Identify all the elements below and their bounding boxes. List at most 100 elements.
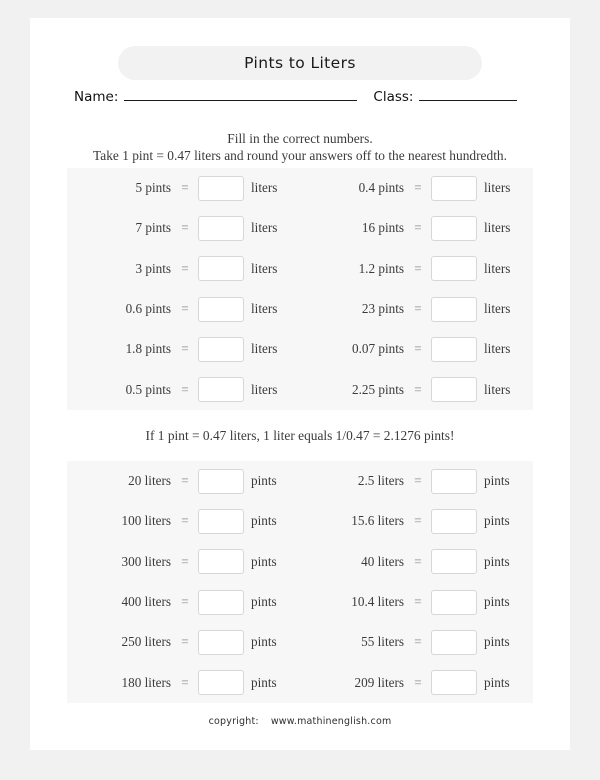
answer-input[interactable] — [198, 629, 244, 655]
problem-operand: 15.6 liters — [351, 513, 404, 529]
problem-operand: 180 liters — [121, 674, 171, 690]
answer-unit-label: liters — [484, 301, 511, 317]
equals-sign: = — [181, 594, 189, 610]
answer-input[interactable] — [198, 215, 244, 241]
equals-sign: = — [181, 220, 189, 236]
problem-grid: 20 liters = pints 2.5 liters = pints 100 liter… — [67, 461, 533, 703]
instructions: Fill in the correct numbers. Take 1 pint… — [30, 130, 570, 164]
worksheet-title-banner: Pints to Liters — [118, 46, 482, 80]
middle-note: If 1 pint = 0.47 liters, 1 liter equals … — [145, 428, 455, 443]
answer-input[interactable] — [198, 589, 244, 615]
equals-sign: = — [181, 553, 189, 569]
problem-operand: 209 liters — [354, 674, 404, 690]
problem-operand: 7 pints — [135, 220, 171, 236]
answer-input[interactable] — [431, 549, 477, 575]
answer-input[interactable] — [198, 508, 244, 534]
answer-input[interactable] — [198, 468, 244, 494]
answer-input[interactable] — [431, 175, 477, 201]
equals-sign: = — [181, 473, 189, 489]
problem-row: 40 liters = pints — [300, 549, 533, 575]
problem-operand: 2.5 liters — [357, 473, 404, 489]
answer-unit-label: liters — [251, 260, 278, 276]
problem-row: 2.5 liters = pints — [300, 468, 533, 494]
section-liters-to-pints: 20 liters = pints 2.5 liters = pints 100 liter… — [67, 461, 533, 703]
answer-input[interactable] — [431, 336, 477, 362]
answer-input[interactable] — [431, 670, 477, 696]
answer-unit-label: liters — [251, 180, 278, 196]
answer-input[interactable] — [431, 589, 477, 615]
answer-input[interactable] — [431, 377, 477, 403]
equals-sign: = — [414, 260, 422, 276]
answer-input[interactable] — [198, 256, 244, 282]
problem-row: 7 pints = liters — [67, 215, 300, 241]
footer: copyright: www.mathinenglish.com — [30, 716, 570, 727]
problem-operand: 1.2 pints — [358, 260, 404, 276]
equals-sign: = — [414, 634, 422, 650]
problem-operand: 0.07 pints — [351, 341, 404, 357]
problem-operand: 100 liters — [121, 513, 171, 529]
problem-row: 15.6 liters = pints — [300, 508, 533, 534]
answer-input[interactable] — [198, 377, 244, 403]
answer-unit-label: liters — [484, 260, 511, 276]
worksheet-page: Pints to Liters Name: Class: Fill in the… — [30, 18, 570, 750]
name-write-line[interactable] — [124, 86, 358, 101]
problem-operand: 300 liters — [121, 553, 171, 569]
class-write-line[interactable] — [419, 86, 518, 101]
problem-row: 3 pints = liters — [67, 256, 300, 282]
answer-input[interactable] — [431, 468, 477, 494]
problem-operand: 10.4 liters — [351, 594, 404, 610]
problem-row: 23 pints = liters — [300, 296, 533, 322]
answer-input[interactable] — [431, 296, 477, 322]
answer-unit-label: pints — [484, 594, 510, 610]
equals-sign: = — [181, 513, 189, 529]
equals-sign: = — [414, 553, 422, 569]
answer-unit-label: pints — [484, 513, 510, 529]
copyright-label: copyright: — [208, 716, 259, 727]
problem-row: 0.6 pints = liters — [67, 296, 300, 322]
page-title: Pints to Liters — [244, 54, 356, 72]
answer-unit-label: pints — [251, 553, 277, 569]
equals-sign: = — [181, 341, 189, 357]
answer-input[interactable] — [198, 175, 244, 201]
answer-input[interactable] — [198, 549, 244, 575]
problem-operand: 250 liters — [121, 634, 171, 650]
website-link[interactable]: www.mathinenglish.com — [271, 716, 392, 727]
equals-sign: = — [414, 473, 422, 489]
answer-unit-label: pints — [484, 634, 510, 650]
problem-row: 16 pints = liters — [300, 215, 533, 241]
answer-input[interactable] — [198, 670, 244, 696]
problem-row: 180 liters = pints — [67, 670, 300, 696]
answer-unit-label: liters — [484, 381, 511, 397]
answer-input[interactable] — [431, 256, 477, 282]
answer-unit-label: pints — [251, 513, 277, 529]
problem-operand: 2.25 pints — [351, 381, 404, 397]
equals-sign: = — [414, 594, 422, 610]
equals-sign: = — [414, 220, 422, 236]
equals-sign: = — [181, 634, 189, 650]
equals-sign: = — [181, 381, 189, 397]
problem-operand: 23 pints — [361, 301, 404, 317]
problem-row: 0.5 pints = liters — [67, 377, 300, 403]
problem-operand: 0.6 pints — [125, 301, 171, 317]
answer-input[interactable] — [431, 629, 477, 655]
equals-sign: = — [181, 260, 189, 276]
answer-input[interactable] — [431, 215, 477, 241]
answer-input[interactable] — [198, 296, 244, 322]
problem-operand: 1.8 pints — [125, 341, 171, 357]
equals-sign: = — [414, 674, 422, 690]
equals-sign: = — [181, 301, 189, 317]
problem-row: 1.2 pints = liters — [300, 256, 533, 282]
name-class-line: Name: Class: — [74, 86, 526, 110]
problem-row: 10.4 liters = pints — [300, 589, 533, 615]
answer-input[interactable] — [198, 336, 244, 362]
problem-row: 0.4 pints = liters — [300, 175, 533, 201]
answer-input[interactable] — [431, 508, 477, 534]
problem-row: 0.07 pints = liters — [300, 336, 533, 362]
problem-operand: 0.5 pints — [125, 381, 171, 397]
equals-sign: = — [414, 381, 422, 397]
answer-unit-label: pints — [251, 634, 277, 650]
problem-row: 55 liters = pints — [300, 629, 533, 655]
problem-row: 2.25 pints = liters — [300, 377, 533, 403]
name-label: Name: — [74, 89, 119, 105]
answer-unit-label: pints — [251, 594, 277, 610]
